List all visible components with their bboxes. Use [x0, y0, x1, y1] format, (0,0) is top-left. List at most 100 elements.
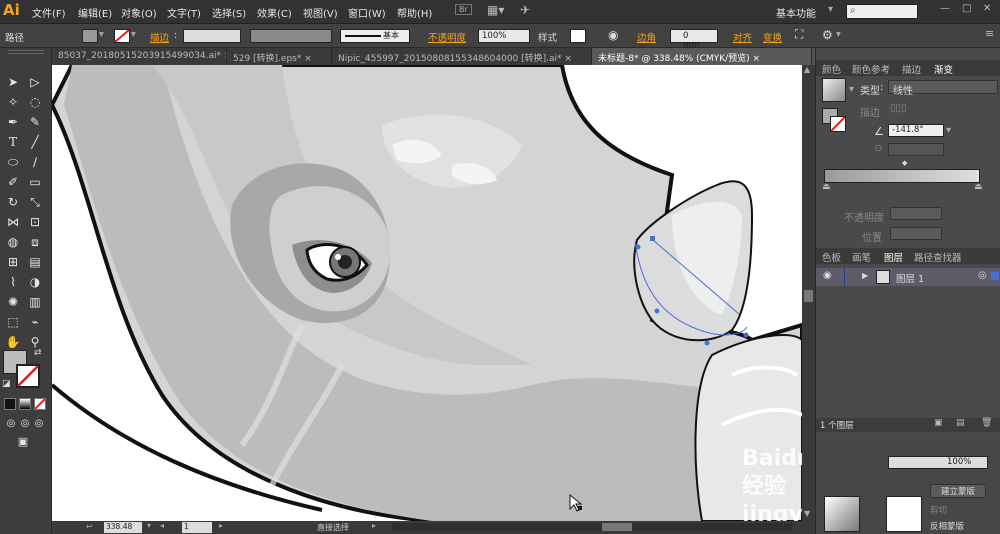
- bridge-badge[interactable]: Br: [455, 4, 472, 15]
- scroll-up-icon[interactable]: ▲: [804, 65, 810, 74]
- gradient-preview-swatch[interactable]: [822, 78, 846, 102]
- curvature-tool-icon[interactable]: ✎: [26, 114, 44, 130]
- hand-tool-icon[interactable]: ✋: [4, 334, 22, 350]
- shape-builder-tool-icon[interactable]: ◍: [4, 234, 22, 250]
- gradient-slider[interactable]: [824, 169, 980, 183]
- free-transform-tool-icon[interactable]: ⊡: [26, 214, 44, 230]
- blend-tool-icon[interactable]: ◑: [26, 274, 44, 290]
- eye-visibility-icon[interactable]: ◉: [823, 270, 832, 281]
- chevron-down-icon[interactable]: ▾: [131, 29, 136, 40]
- stroke-label[interactable]: 描边: [150, 30, 169, 44]
- tab-document-2[interactable]: 529 [转换].eps* ×: [227, 48, 332, 65]
- scrollbar-thumb[interactable]: [602, 523, 632, 531]
- default-colors-icon[interactable]: ◪: [2, 379, 11, 389]
- search-input[interactable]: ⌕: [846, 4, 918, 19]
- tab-document-active[interactable]: 未标题-8* @ 338.48% (CMYK/预览) ×: [592, 48, 812, 65]
- gradient-midpoint-icon[interactable]: ◆: [902, 159, 907, 167]
- gradient-opacity-input[interactable]: [890, 207, 942, 220]
- first-artboard-icon[interactable]: ◂: [160, 521, 164, 530]
- mask-thumbnail[interactable]: [886, 496, 922, 532]
- gradient-stop-left-icon[interactable]: ⏏: [822, 182, 831, 192]
- tab-layers[interactable]: 图层: [884, 250, 903, 264]
- scrollbar-thumb[interactable]: [804, 290, 813, 302]
- artboard-canvas[interactable]: Baidu 经验 jingyan.baidu.com: [52, 65, 802, 521]
- artboard-tool-icon[interactable]: ⬚: [4, 314, 22, 330]
- perspective-grid-tool-icon[interactable]: ⧈: [26, 234, 44, 250]
- workspace-switcher[interactable]: 基本功能: [776, 5, 816, 20]
- column-graph-tool-icon[interactable]: ▥: [26, 294, 44, 310]
- type-tool-icon[interactable]: T: [4, 134, 22, 150]
- stroke-swatch[interactable]: [114, 29, 130, 43]
- chevron-down-icon[interactable]: ▾: [828, 4, 833, 15]
- line-tool-icon[interactable]: ╱: [26, 134, 44, 150]
- menu-help[interactable]: 帮助(H): [397, 5, 432, 20]
- scroll-down-icon[interactable]: ▼: [804, 509, 810, 518]
- lasso-tool-icon[interactable]: ◌: [26, 94, 44, 110]
- minimize-button[interactable]: —: [940, 3, 950, 14]
- color-mode-button[interactable]: [4, 398, 16, 410]
- menu-effect[interactable]: 效果(C): [257, 5, 292, 20]
- swap-fill-stroke-icon[interactable]: ⇄: [34, 348, 42, 358]
- direct-selection-tool-icon[interactable]: ▷: [26, 74, 44, 90]
- width-tool-icon[interactable]: ⋈: [4, 214, 22, 230]
- eyedropper-tool-icon[interactable]: ⌇: [4, 274, 22, 290]
- stroke-color-swatch[interactable]: [16, 364, 40, 388]
- graphic-style-swatch[interactable]: [570, 29, 586, 43]
- gradient-tool-icon[interactable]: ▤: [26, 254, 44, 270]
- tab-stroke[interactable]: 描边: [902, 62, 921, 76]
- clip-checkbox[interactable]: 剪切: [930, 504, 947, 516]
- tab-swatches[interactable]: 色板: [822, 250, 841, 264]
- transparency-opacity-input[interactable]: 100%: [888, 456, 988, 469]
- gradient-stop-right-icon[interactable]: ⏏: [974, 182, 983, 192]
- eraser-tool-icon[interactable]: ▭: [26, 174, 44, 190]
- status-menu-icon[interactable]: ▸: [372, 521, 376, 530]
- panel-menu-icon[interactable]: ≡: [985, 27, 994, 40]
- scale-tool-icon[interactable]: ⤡: [26, 194, 44, 210]
- aspect-ratio-input[interactable]: [888, 143, 944, 156]
- gpu-performance-icon[interactable]: ✈: [520, 3, 530, 17]
- delete-layer-icon[interactable]: 🗑: [981, 418, 992, 428]
- tab-document-3[interactable]: Nipic_455997_20150808155348604000 [转换].a…: [332, 48, 592, 65]
- screen-mode-icon[interactable]: ▣: [14, 434, 32, 450]
- menu-window[interactable]: 窗口(W): [348, 5, 386, 20]
- ellipse-tool-icon[interactable]: ⬭: [4, 154, 22, 170]
- chevron-down-icon[interactable]: ▾: [946, 125, 951, 136]
- selection-tool-icon[interactable]: ➤: [4, 74, 22, 90]
- variable-width-profile[interactable]: [250, 29, 332, 43]
- gear-icon[interactable]: ⚙: [822, 28, 833, 42]
- menu-select[interactable]: 选择(S): [212, 5, 246, 20]
- new-sublayer-icon[interactable]: ▤: [956, 418, 965, 428]
- next-artboard-icon[interactable]: ▸: [219, 521, 223, 530]
- opacity-label[interactable]: 不透明度: [428, 30, 466, 44]
- isolate-object-icon[interactable]: ⛶: [795, 27, 803, 42]
- tab-brushes[interactable]: 画笔: [852, 250, 871, 264]
- tab-color[interactable]: 颜色: [822, 62, 841, 76]
- align-link[interactable]: 对齐: [733, 30, 752, 44]
- stroke-gradient-options-icon[interactable]: ▯▯▯: [890, 103, 907, 114]
- gradient-type-select[interactable]: 线性: [888, 80, 998, 97]
- menu-view[interactable]: 视图(V): [303, 5, 338, 20]
- chevron-down-icon[interactable]: ▾: [99, 29, 104, 40]
- opacity-input[interactable]: 100%: [478, 29, 530, 43]
- transform-link[interactable]: 变换: [763, 30, 782, 44]
- brush-definition[interactable]: 基本: [340, 29, 410, 43]
- artboard-number-field[interactable]: 1: [182, 522, 212, 533]
- mesh-tool-icon[interactable]: ⊞: [4, 254, 22, 270]
- layer-name[interactable]: 图层 1: [896, 271, 924, 285]
- artboard-nav-icon[interactable]: ↩: [86, 522, 93, 531]
- horizontal-scrollbar[interactable]: [392, 523, 792, 531]
- menu-edit[interactable]: 编辑(E): [78, 5, 112, 20]
- symbol-sprayer-tool-icon[interactable]: ✺: [4, 294, 22, 310]
- pencil-tool-icon[interactable]: ✐: [4, 174, 22, 190]
- slice-tool-icon[interactable]: ⌁: [26, 314, 44, 330]
- recolor-artwork-icon[interactable]: ◉: [608, 28, 618, 42]
- stroke-weight-field[interactable]: [183, 29, 241, 43]
- magic-wand-tool-icon[interactable]: ✧: [4, 94, 22, 110]
- expand-triangle-icon[interactable]: ▶: [862, 271, 868, 280]
- gradient-mode-button[interactable]: [19, 398, 31, 410]
- fill-swatch[interactable]: [82, 29, 98, 43]
- maximize-button[interactable]: □: [962, 3, 971, 14]
- gradient-angle-input[interactable]: -141.8°: [888, 124, 944, 137]
- panel-grip[interactable]: [8, 50, 44, 54]
- menu-object[interactable]: 对象(O): [121, 5, 157, 20]
